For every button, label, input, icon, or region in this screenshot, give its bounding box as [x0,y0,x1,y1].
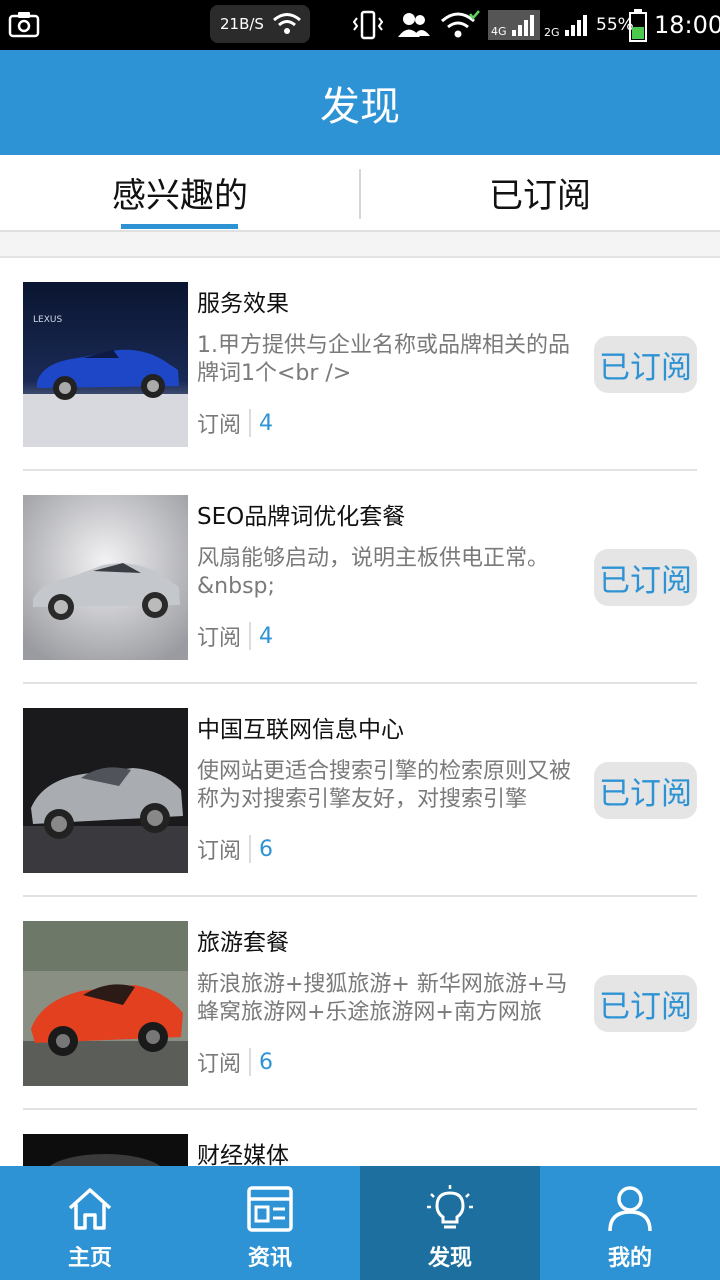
list-item[interactable]: 旅游套餐 新浪旅游+搜狐旅游+ 新华网旅游+马蜂窝旅游网+乐途旅游网+南方网旅 … [23,897,697,1110]
meta-divider [249,622,252,650]
subscribe-count: 6 [259,836,274,862]
list-item[interactable]: 中国互联网信息中心 使网站更适合搜索引擎的检索原则又被称为对搜索引擎友好，对搜索… [23,684,697,897]
item-title: 旅游套餐 [197,930,289,956]
subscribed-button[interactable]: 已订阅 [594,549,697,606]
item-title: 中国互联网信息中心 [197,717,404,743]
meta-divider [249,409,252,437]
item-description: 新浪旅游+搜狐旅游+ 新华网旅游+马蜂窝旅游网+乐途旅游网+南方网旅 [197,972,568,1025]
meta-divider [249,835,252,863]
lightbulb-icon [427,1185,473,1229]
svg-text:4G: 4G [491,25,507,38]
page-title: 发现 [320,83,400,130]
subscribe-label: 订阅 [197,626,242,651]
bottom-nav: 主页 资讯 发现 我的 [0,1166,720,1280]
list-item[interactable]: 财经媒体 [23,1110,697,1166]
nav-label: 主页 [67,1246,112,1271]
item-meta: 订阅 4 [197,621,273,651]
net-speed-indicator: 21B/S [210,5,310,43]
item-description: 1.甲方提供与企业名称或品牌相关的品牌词1个<br /> [197,333,570,386]
battery-icon [629,9,647,42]
nav-label: 发现 [427,1246,472,1271]
item-thumbnail [23,708,188,873]
list-item[interactable]: LEXUS 服务效果 1.甲方提供与企业名称或品牌相关的品牌词1个<br /> … [23,258,697,471]
nav-label: 我的 [607,1246,652,1271]
screenshot-icon [8,12,40,38]
subscribe-count: 6 [259,1049,274,1075]
status-bar: 21B/S 4G 2G 55% 18:00 [0,0,720,50]
app-screen: 21B/S 4G 2G 55% 18:00 发现 感兴趣的 已订阅 LEXUS … [0,0,720,1280]
subscribed-button[interactable]: 已订阅 [594,336,697,393]
item-thumbnail [23,1134,188,1166]
tab-interested[interactable]: 感兴趣的 [0,155,360,230]
svg-text:LEXUS: LEXUS [33,315,62,325]
item-meta: 订阅 6 [197,834,273,864]
car-image: LEXUS [23,282,188,447]
item-description: 使网站更适合搜索引擎的检索原则又被称为对搜索引擎友好，对搜索引擎 [197,759,572,812]
subscribed-button[interactable]: 已订阅 [594,762,697,819]
subscribe-count: 4 [259,410,274,436]
tab-bar: 感兴趣的 已订阅 [0,155,720,232]
nav-news[interactable]: 资讯 [180,1166,360,1280]
nav-label: 资讯 [247,1246,292,1271]
subscribe-label: 订阅 [197,839,242,864]
title-bar: 发现 [0,50,720,155]
item-thumbnail [23,921,188,1086]
subscribe-count: 4 [259,623,274,649]
status-time: 18:00 [654,11,720,39]
subscription-list[interactable]: LEXUS 服务效果 1.甲方提供与企业名称或品牌相关的品牌词1个<br /> … [0,258,720,1166]
car-image [23,1134,188,1166]
item-title: 财经媒体 [197,1143,289,1166]
2g-signal-icon: 2G [544,15,587,39]
list-item[interactable]: SEO品牌词优化套餐 风扇能够启动，说明主板供电正常。&nbsp; 订阅 4 已… [23,471,697,684]
subscribe-label: 订阅 [197,1052,242,1077]
contacts-icon [398,13,430,37]
car-image [23,708,188,873]
user-icon [608,1186,652,1232]
item-title: SEO品牌词优化套餐 [197,504,406,530]
item-meta: 订阅 4 [197,408,273,438]
meta-divider [249,1048,252,1076]
item-meta: 订阅 6 [197,1047,273,1077]
vibrate-icon [352,10,384,40]
news-icon [247,1186,293,1232]
subscribe-label: 订阅 [197,413,242,438]
4g-signal-icon: 4G [488,10,540,40]
wifi-signal-icon [441,10,480,38]
svg-text:2G: 2G [544,26,560,39]
item-thumbnail: LEXUS [23,282,188,447]
car-image [23,921,188,1086]
nav-profile[interactable]: 我的 [540,1166,720,1280]
tab-spacer [0,232,720,258]
home-icon [68,1188,112,1230]
nav-discover[interactable]: 发现 [360,1166,540,1280]
item-title: 服务效果 [197,291,289,317]
active-tab-indicator [121,224,238,229]
wifi-icon [273,13,301,34]
nav-home[interactable]: 主页 [0,1166,180,1280]
net-speed-text: 21B/S [220,15,264,33]
item-description: 风扇能够启动，说明主板供电正常。&nbsp; [197,546,550,599]
tab-subscribed[interactable]: 已订阅 [360,155,720,230]
item-thumbnail [23,495,188,660]
subscribed-button[interactable]: 已订阅 [594,975,697,1032]
car-image [23,495,188,660]
